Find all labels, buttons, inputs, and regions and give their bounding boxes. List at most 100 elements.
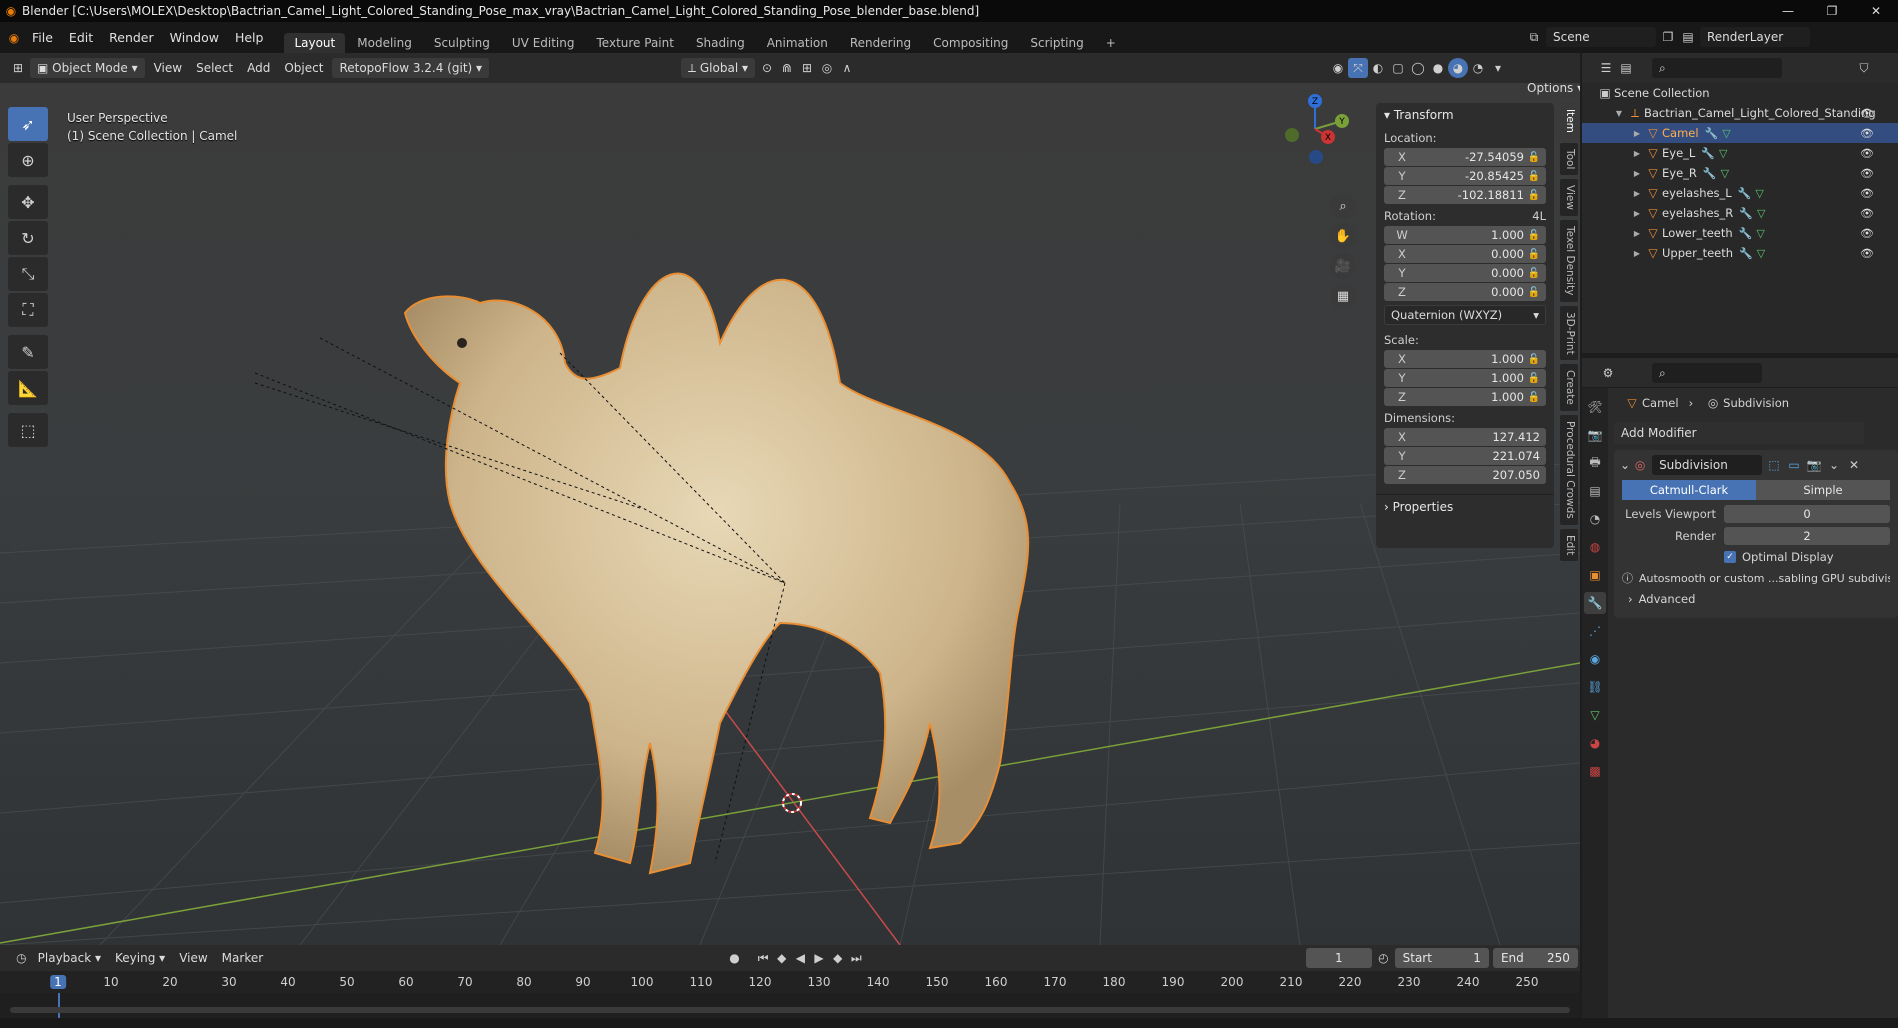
- lock-icon[interactable]: 🔓: [1524, 392, 1540, 403]
- add-modifier-button[interactable]: Add Modifier: [1614, 422, 1864, 444]
- menu-playback[interactable]: Playback ▾: [31, 951, 108, 965]
- gizmo-z-label[interactable]: Z: [1312, 97, 1318, 107]
- eye-icon[interactable]: 👁: [1860, 147, 1874, 160]
- transform-tool[interactable]: ⛶: [8, 293, 48, 327]
- menu-select[interactable]: Select: [189, 61, 240, 75]
- outliner-row-lower-teeth[interactable]: ▶ ▽ Lower_teeth 🔧 ▽ 👁: [1582, 223, 1898, 243]
- collapse-icon[interactable]: ⌄: [1620, 458, 1630, 472]
- select-box-tool[interactable]: ➶: [8, 107, 48, 141]
- transform-panel-header[interactable]: ▾ Transform: [1376, 103, 1554, 127]
- expand-icon[interactable]: ▶: [1630, 129, 1644, 138]
- expand-icon[interactable]: ▶: [1630, 209, 1644, 218]
- overlay-icon[interactable]: ◐: [1368, 58, 1388, 78]
- outliner-row-camel[interactable]: ▶ ▽ Camel 🔧 ▽ 👁: [1582, 123, 1898, 143]
- outliner-row-eyelashes-r[interactable]: ▶ ▽ eyelashes_R 🔧 ▽ 👁: [1582, 203, 1898, 223]
- maximize-icon[interactable]: ❐: [1810, 0, 1854, 22]
- retopoflow-dropdown[interactable]: RetopoFlow 3.2.4 (git) ▾: [332, 58, 490, 78]
- pan-hand-icon[interactable]: ✋: [1330, 223, 1356, 249]
- gizmo-icon[interactable]: ⤧: [1348, 58, 1368, 78]
- editor-type-icon[interactable]: ⚙: [1598, 363, 1618, 383]
- wrench-icon[interactable]: 🔧: [1739, 207, 1753, 220]
- wrench-icon[interactable]: 🔧: [1738, 187, 1752, 200]
- jump-start-icon[interactable]: ⏮: [754, 948, 773, 968]
- 3d-viewport[interactable]: ➶ ⊕ ✥ ↻ ⤡ ⛶ ✎ 📐 ⬚ User Perspective (1) S…: [0, 83, 1580, 945]
- menu-view[interactable]: View: [147, 61, 189, 75]
- eye-icon[interactable]: 👁: [1860, 107, 1874, 120]
- modifier-properties-icon[interactable]: 🔧: [1584, 592, 1606, 614]
- mesh-data-icon[interactable]: ▽: [1755, 187, 1763, 200]
- lock-icon[interactable]: 🔓: [1524, 230, 1540, 241]
- expand-icon[interactable]: ▶: [1630, 229, 1644, 238]
- menu-render[interactable]: Render: [101, 22, 162, 53]
- wrench-icon[interactable]: 🔧: [1739, 227, 1753, 240]
- tab-layout[interactable]: Layout: [284, 33, 346, 53]
- solid-shading-icon[interactable]: ●: [1428, 58, 1448, 78]
- viewport-toggle-icon[interactable]: ▭: [1784, 455, 1804, 475]
- add-cube-tool[interactable]: ⬚: [8, 413, 48, 447]
- wrench-icon[interactable]: 🔧: [1739, 247, 1753, 260]
- view-layer-icon[interactable]: ▤: [1584, 480, 1606, 502]
- minimize-icon[interactable]: —: [1766, 0, 1810, 22]
- gizmo-x-label[interactable]: X: [1325, 133, 1331, 143]
- tab-view[interactable]: View: [1560, 179, 1578, 217]
- tab-sculpting[interactable]: Sculpting: [424, 33, 500, 53]
- shading-options-icon[interactable]: ▾: [1488, 58, 1508, 78]
- frame-ruler[interactable]: 1 10 20 30 40 50 60 70 80 90 100 110 120 130 140 150 160…: [0, 971, 1580, 993]
- location-z-field[interactable]: Z -102.18811 🔓: [1384, 186, 1546, 204]
- jump-end-icon[interactable]: ⏭: [847, 948, 866, 968]
- scene-properties-icon[interactable]: ◔: [1584, 508, 1606, 530]
- options-dropdown[interactable]: Options ▾: [1520, 83, 1580, 98]
- simple-button[interactable]: Simple: [1756, 480, 1890, 500]
- location-x-field[interactable]: X -27.54059 🔓: [1384, 148, 1546, 166]
- material-icon[interactable]: ◕: [1584, 732, 1606, 754]
- orientation-dropdown[interactable]: ⟂ Global ▾: [681, 58, 755, 78]
- wrench-icon[interactable]: 🔧: [1701, 147, 1715, 160]
- editor-type-icon[interactable]: ◷: [12, 948, 31, 968]
- wireframe-shading-icon[interactable]: ◯: [1408, 58, 1428, 78]
- menu-add[interactable]: Add: [240, 61, 277, 75]
- lock-icon[interactable]: 🔓: [1524, 249, 1540, 260]
- measure-tool[interactable]: 📐: [8, 371, 48, 405]
- tab-animation[interactable]: Animation: [757, 33, 838, 53]
- editor-type-icon[interactable]: ☰: [1596, 58, 1616, 78]
- location-y-field[interactable]: Y -20.85425 🔓: [1384, 167, 1546, 185]
- outliner-row-scene-collection[interactable]: ▣ Scene Collection: [1582, 83, 1898, 103]
- render-toggle-icon[interactable]: 📷: [1804, 455, 1824, 475]
- tab-edit[interactable]: Edit: [1560, 529, 1578, 562]
- menu-file[interactable]: File: [24, 22, 61, 53]
- blender-menu-icon[interactable]: ◉: [4, 28, 24, 48]
- expand-icon[interactable]: ▶: [1630, 189, 1644, 198]
- wrench-icon[interactable]: 🔧: [1705, 127, 1719, 140]
- dimensions-y-field[interactable]: Y 221.074: [1384, 447, 1546, 465]
- outliner-row-eye-r[interactable]: ▶ ▽ Eye_R 🔧 ▽ 👁: [1582, 163, 1898, 183]
- xray-icon[interactable]: ▢: [1388, 58, 1408, 78]
- camera-view-icon[interactable]: 🎥: [1330, 253, 1356, 279]
- rotation-x-field[interactable]: X 0.000 🔓: [1384, 245, 1546, 263]
- world-properties-icon[interactable]: ◍: [1584, 536, 1606, 558]
- ortho-grid-icon[interactable]: ▦: [1330, 283, 1356, 309]
- lock-icon[interactable]: 🔓: [1524, 268, 1540, 279]
- start-frame-field[interactable]: Start 1: [1394, 948, 1489, 968]
- rotation-mode-dropdown[interactable]: Quaternion (WXYZ) ▾: [1384, 305, 1546, 325]
- menu-help[interactable]: Help: [227, 22, 272, 53]
- tab-create[interactable]: Create: [1560, 364, 1578, 412]
- tab-shading[interactable]: Shading: [686, 33, 755, 53]
- menu-keying[interactable]: Keying ▾: [108, 951, 172, 965]
- output-properties-icon[interactable]: 🖶: [1584, 452, 1606, 474]
- tab-scripting[interactable]: Scripting: [1020, 33, 1093, 53]
- eye-icon[interactable]: 👁: [1860, 167, 1874, 180]
- expand-icon[interactable]: ▶: [1630, 149, 1644, 158]
- menu-edit[interactable]: Edit: [61, 22, 101, 53]
- eye-icon[interactable]: 👁: [1860, 187, 1874, 200]
- outliner-row-eye-l[interactable]: ▶ ▽ Eye_L 🔧 ▽ 👁: [1582, 143, 1898, 163]
- render-properties-icon[interactable]: 📷: [1584, 424, 1606, 446]
- properties-search-input[interactable]: ⌕: [1652, 362, 1762, 383]
- mesh-data-icon[interactable]: ▽: [1757, 247, 1765, 260]
- menu-marker[interactable]: Marker: [215, 951, 270, 965]
- advanced-section[interactable]: › Advanced: [1628, 592, 1884, 606]
- mesh-data-icon[interactable]: ▽: [1756, 227, 1764, 240]
- tab-tool[interactable]: Tool: [1560, 142, 1578, 176]
- move-tool[interactable]: ✥: [8, 185, 48, 219]
- lock-icon[interactable]: 🔓: [1524, 354, 1540, 365]
- tab-modeling[interactable]: Modeling: [347, 33, 422, 53]
